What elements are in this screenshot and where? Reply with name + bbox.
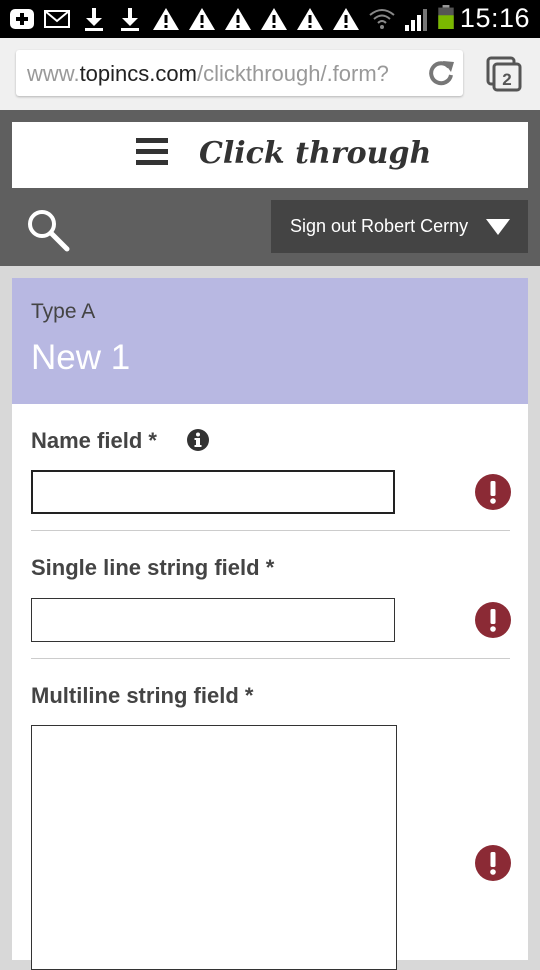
battery-icon	[438, 5, 454, 29]
warning-icon	[261, 8, 287, 30]
form: Name field * Single line string field * …	[12, 404, 528, 970]
reload-icon[interactable]	[427, 59, 455, 87]
single-line-field-label: Single line string field *	[31, 555, 275, 580]
info-icon[interactable]	[187, 429, 209, 451]
type-label: Type A	[31, 300, 96, 323]
mail-icon	[44, 10, 70, 28]
signout-button[interactable]: Sign out Robert Cerny	[271, 200, 528, 253]
divider	[31, 530, 510, 531]
warning-icon	[153, 8, 179, 30]
error-icon	[475, 845, 511, 881]
record-header: Type A New 1	[12, 278, 528, 404]
chevron-down-icon	[486, 219, 510, 235]
url-domain: topincs.com	[79, 61, 197, 86]
tabs-icon[interactable]: 2	[486, 56, 522, 92]
error-icon	[475, 602, 511, 638]
status-bar: 15:16	[0, 0, 540, 38]
menu-icon[interactable]	[136, 138, 168, 170]
browser-toolbar: www.topincs.com/clickthrough/.form? 2	[0, 38, 540, 110]
url-prefix: www.	[27, 61, 80, 86]
signal-icon	[405, 9, 427, 31]
error-icon	[475, 474, 511, 510]
name-field-label: Name field *	[31, 428, 157, 453]
site-header: Click through Sign out Robert Cerny	[0, 110, 540, 266]
multiline-field-textarea[interactable]	[31, 725, 397, 970]
title-bar: Click through	[12, 122, 528, 188]
download-icon	[121, 8, 139, 31]
clock: 15:16	[459, 3, 530, 33]
warning-icon	[333, 8, 359, 30]
url-path: /clickthrough/.form?	[196, 61, 389, 86]
site-title[interactable]: Click through	[199, 136, 431, 171]
multiline-field-label: Multiline string field *	[31, 683, 254, 708]
warning-icon	[225, 8, 251, 30]
add-box-icon	[10, 9, 34, 29]
tab-count: 2	[502, 70, 511, 89]
warning-icon	[189, 8, 215, 30]
record-title: New 1	[31, 338, 131, 377]
single-line-field-input[interactable]	[31, 598, 395, 642]
wifi-icon	[369, 9, 395, 29]
signout-label: Sign out Robert Cerny	[290, 216, 469, 236]
divider	[31, 658, 510, 659]
search-icon[interactable]	[26, 208, 70, 252]
name-field-input[interactable]	[31, 470, 395, 514]
url-text[interactable]: www.topincs.com/clickthrough/.form?	[27, 61, 427, 87]
address-bar[interactable]: www.topincs.com/clickthrough/.form?	[16, 50, 463, 96]
download-icon	[85, 8, 103, 31]
warning-icon	[297, 8, 323, 30]
